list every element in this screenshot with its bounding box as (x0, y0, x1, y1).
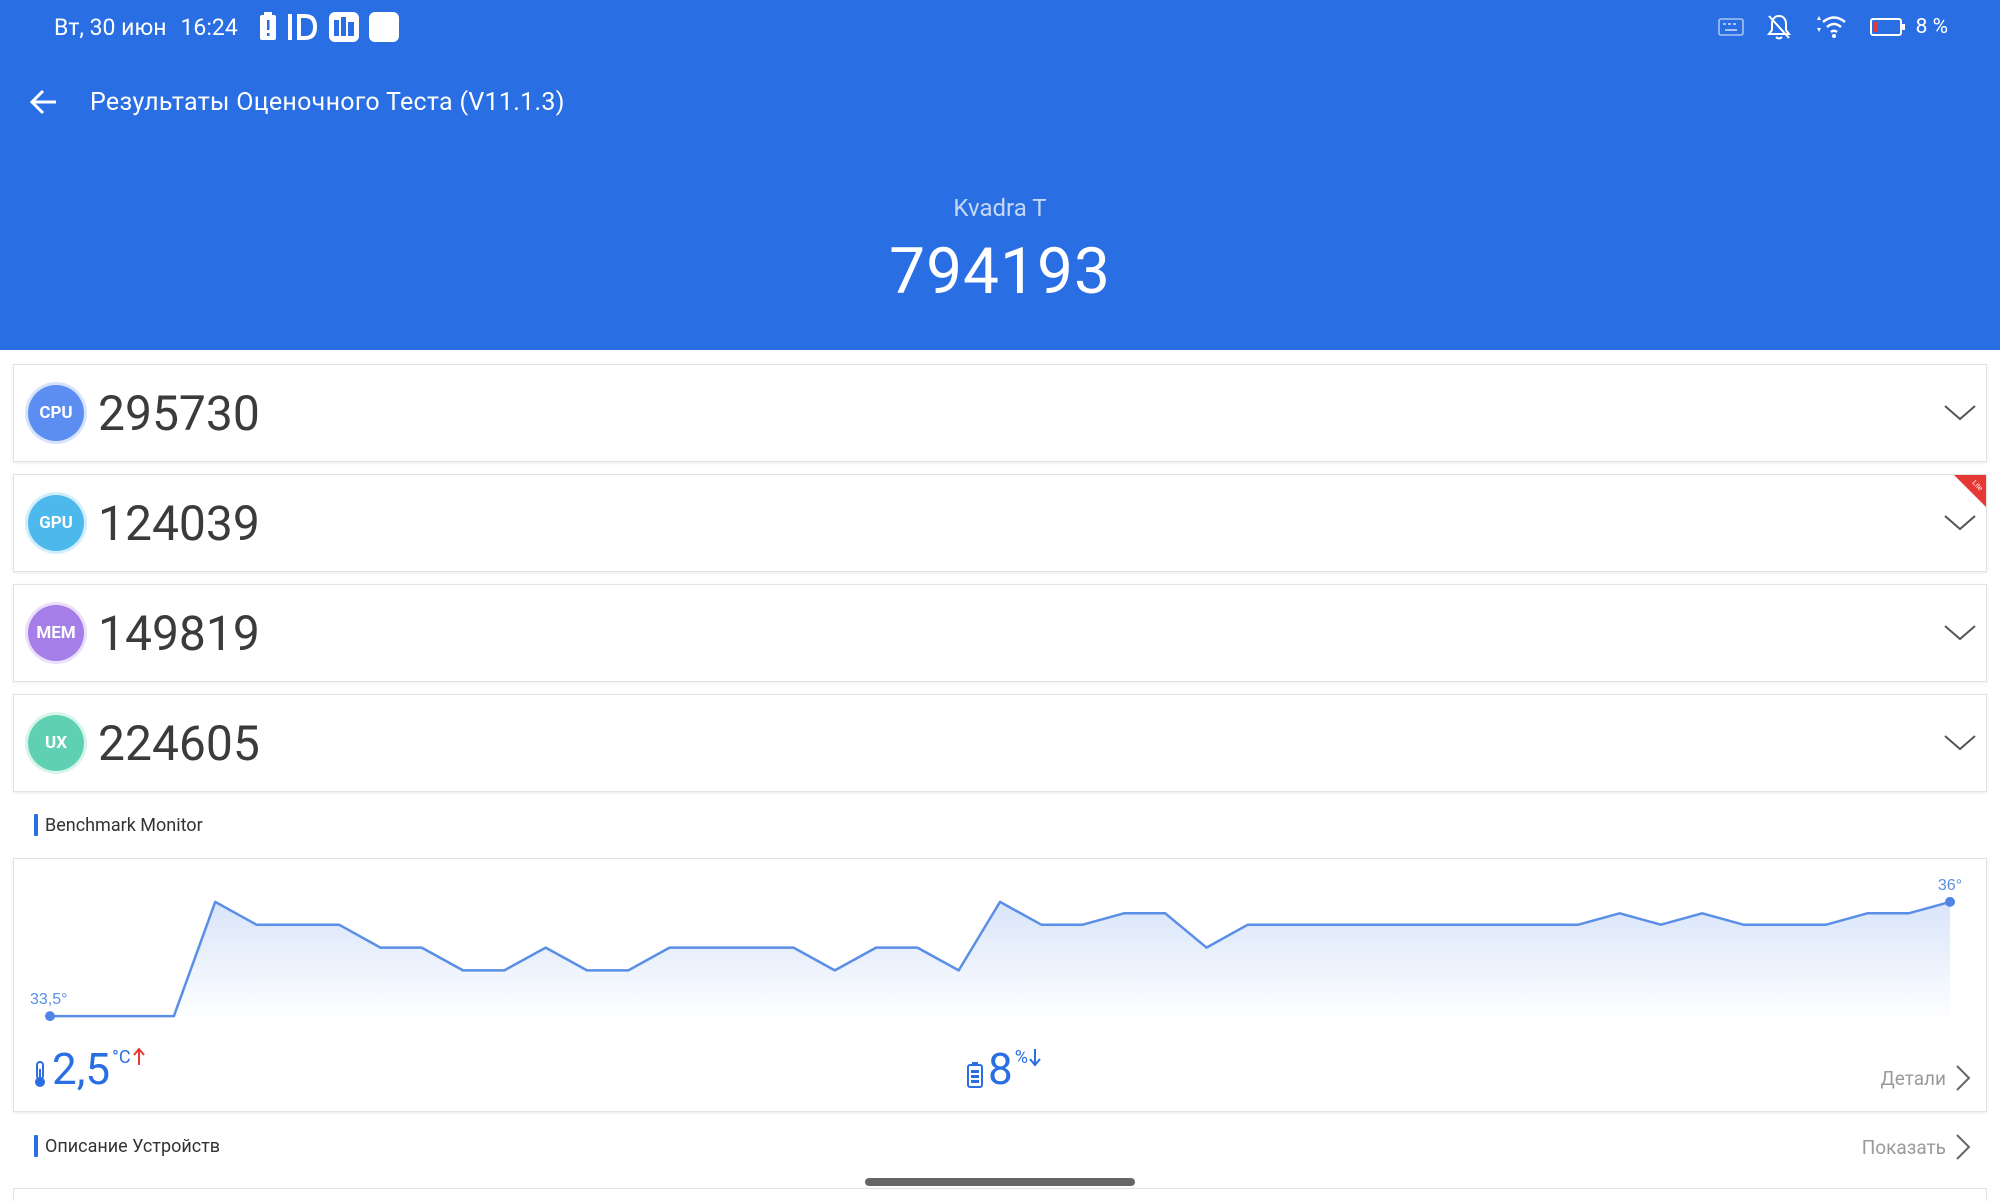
keyboard-icon (1717, 18, 1744, 36)
temperature-unit: °C (112, 1047, 131, 1068)
wifi-icon (1816, 16, 1846, 38)
chevron-down-icon (1944, 625, 1976, 641)
arrow-up-icon (132, 1047, 145, 1065)
show-label: Показать (1861, 1135, 1946, 1159)
battery-unit: % (1014, 1047, 1028, 1068)
cpu-score: 295730 (98, 384, 260, 442)
chevron-down-icon (1944, 735, 1976, 751)
benchmark-monitor-title: Benchmark Monitor (45, 814, 203, 836)
chart-end-point (1945, 896, 1955, 907)
benchmark-monitor-card: 33,5° 36° 2,5 °C 8 % Детали (13, 858, 1987, 1112)
battery-change: 8 % (966, 1047, 1041, 1091)
details-label: Детали (1880, 1066, 1946, 1090)
status-date: Вт, 30 июн (54, 13, 167, 41)
thermometer-icon (35, 1061, 45, 1087)
chart-start-label: 33,5° (30, 991, 68, 1008)
device-name: Kvadra T (953, 194, 1047, 222)
mem-score-card[interactable]: MEM 149819 (13, 584, 1987, 682)
mem-badge: MEM (28, 605, 84, 661)
header: Вт, 30 июн 16:24 8 % Результаты Оценочно… (0, 0, 2000, 350)
details-link[interactable]: Детали (1880, 1063, 1972, 1093)
ux-score-card[interactable]: UX 224605 (13, 694, 1987, 792)
battery-alert-icon (259, 12, 276, 40)
device-description-card[interactable] (13, 1188, 1987, 1201)
gpu-badge: GPU (28, 495, 84, 551)
chart-area-fill (50, 901, 1950, 1024)
chevron-right-icon (1956, 1134, 1971, 1160)
chart-start-point (45, 1011, 55, 1022)
temperature-change: 2,5 °C (30, 1047, 145, 1091)
arrow-back-icon (29, 89, 56, 115)
battery-icon (1869, 18, 1905, 36)
temperature-value: 2,5 (52, 1043, 111, 1095)
square-app-icon (368, 12, 399, 42)
battery-value: 8 (988, 1043, 1013, 1095)
show-link[interactable]: Показать (1862, 1132, 1972, 1162)
cpu-badge: CPU (28, 385, 84, 441)
status-time: 16:24 (180, 13, 238, 41)
battery-percent: 8 % (1915, 15, 1948, 39)
ux-score: 224605 (98, 714, 260, 772)
lite-tag: Lite (1954, 475, 1986, 507)
notifications-off-icon (1766, 14, 1791, 40)
device-description-title: Описание Устройств (45, 1135, 221, 1157)
temperature-chart: 33,5° 36° (30, 877, 1962, 1024)
section-accent-bar (34, 1135, 38, 1157)
benchmark-monitor-label: Benchmark Monitor (34, 813, 203, 837)
app-icon (328, 12, 359, 42)
device-description-label: Описание Устройств (34, 1134, 220, 1158)
arrow-down-icon (1029, 1049, 1041, 1067)
section-accent-bar (34, 814, 38, 836)
app-bar: Результаты Оценочного Теста (V11.1.3) (0, 64, 2000, 140)
chevron-down-icon (1944, 515, 1976, 531)
id-icon (287, 14, 317, 40)
gpu-score: 124039 (98, 494, 260, 552)
chart-end-label: 36° (1938, 877, 1962, 894)
cpu-score-card[interactable]: CPU 295730 (13, 364, 1987, 462)
home-indicator[interactable] (865, 1178, 1135, 1186)
back-button[interactable] (20, 79, 66, 125)
page-title: Результаты Оценочного Теста (V11.1.3) (90, 87, 565, 117)
gpu-score-card[interactable]: GPU 124039 Lite (13, 474, 1987, 572)
chevron-right-icon (1956, 1065, 1971, 1091)
total-score: 794193 (889, 234, 1111, 309)
ux-badge: UX (28, 715, 84, 771)
mem-score: 149819 (98, 604, 260, 662)
chevron-down-icon (1944, 405, 1976, 421)
status-bar: Вт, 30 июн 16:24 8 % (0, 0, 2000, 54)
battery-level-icon (967, 1062, 983, 1088)
